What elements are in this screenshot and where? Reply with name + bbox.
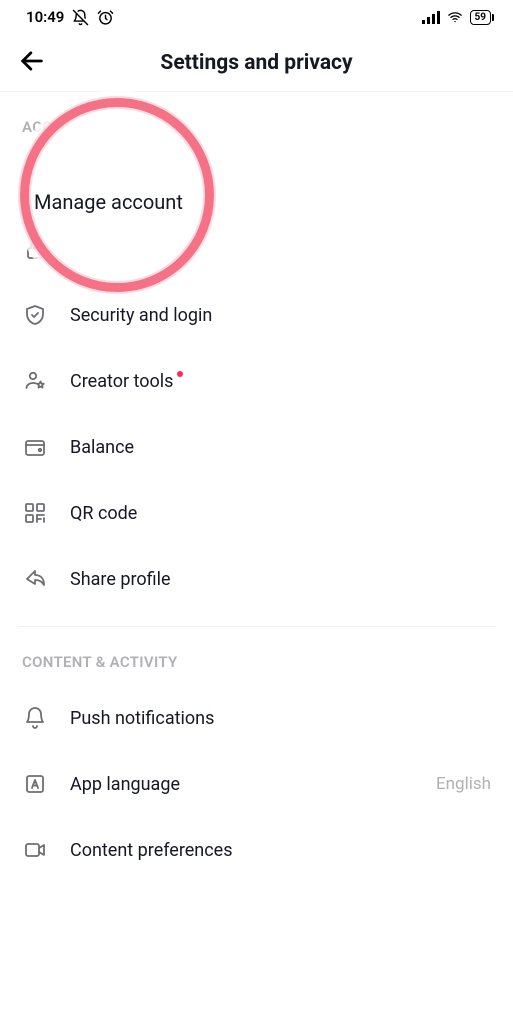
notification-off-icon xyxy=(72,9,89,26)
signal-icon xyxy=(422,10,440,24)
status-bar: 10:49 xyxy=(0,0,513,34)
back-button[interactable] xyxy=(14,45,50,81)
alarm-icon xyxy=(97,9,114,26)
share-icon xyxy=(22,566,48,592)
creator-icon xyxy=(22,368,48,394)
shield-icon xyxy=(22,302,48,328)
language-icon xyxy=(22,771,48,797)
row-security[interactable]: Security and login xyxy=(0,282,513,348)
row-label: Push notifications xyxy=(70,708,491,729)
section-content: CONTENT & ACTIVITY Push notifications Ap… xyxy=(0,627,513,883)
section-label-account: ACCOUNT xyxy=(0,118,513,150)
header: Settings and privacy xyxy=(0,34,513,92)
row-label: QR code xyxy=(70,503,491,524)
row-value-language: English xyxy=(436,774,491,794)
status-left: 10:49 xyxy=(26,8,114,26)
status-right: 59 xyxy=(422,10,491,25)
row-app-language[interactable]: App language English xyxy=(0,751,513,817)
row-label: Creator tools xyxy=(70,371,491,392)
back-arrow-icon xyxy=(18,47,46,78)
row-label-text: Creator tools xyxy=(70,371,173,392)
row-label: Privacy xyxy=(70,239,491,260)
page-title: Settings and privacy xyxy=(160,51,352,75)
row-label: Manage account xyxy=(70,173,491,194)
video-icon xyxy=(22,837,48,863)
battery-icon: 59 xyxy=(470,10,491,25)
row-qr-code[interactable]: QR code xyxy=(0,480,513,546)
wifi-icon xyxy=(446,10,464,24)
status-time: 10:49 xyxy=(26,8,64,26)
row-push-notifications[interactable]: Push notifications xyxy=(0,685,513,751)
row-balance[interactable]: Balance xyxy=(0,414,513,480)
row-label: Content preferences xyxy=(70,840,491,861)
qr-icon xyxy=(22,500,48,526)
wallet-icon xyxy=(22,434,48,460)
lock-icon xyxy=(22,236,48,262)
row-content-preferences[interactable]: Content preferences xyxy=(0,817,513,883)
battery-level: 59 xyxy=(475,12,486,23)
section-label-content: CONTENT & ACTIVITY xyxy=(0,653,513,685)
bell-icon xyxy=(22,705,48,731)
row-label: App language xyxy=(70,774,414,795)
person-icon xyxy=(22,170,48,196)
row-label: Share profile xyxy=(70,569,491,590)
row-label: Balance xyxy=(70,437,491,458)
screen: 10:49 xyxy=(0,0,513,1024)
row-share-profile[interactable]: Share profile xyxy=(0,546,513,612)
row-creator-tools[interactable]: Creator tools xyxy=(0,348,513,414)
section-account: ACCOUNT Manage account Privacy xyxy=(0,92,513,627)
row-privacy[interactable]: Privacy xyxy=(0,216,513,282)
row-manage-account[interactable]: Manage account xyxy=(0,150,513,216)
new-badge-dot xyxy=(177,371,183,377)
row-label: Security and login xyxy=(70,305,491,326)
